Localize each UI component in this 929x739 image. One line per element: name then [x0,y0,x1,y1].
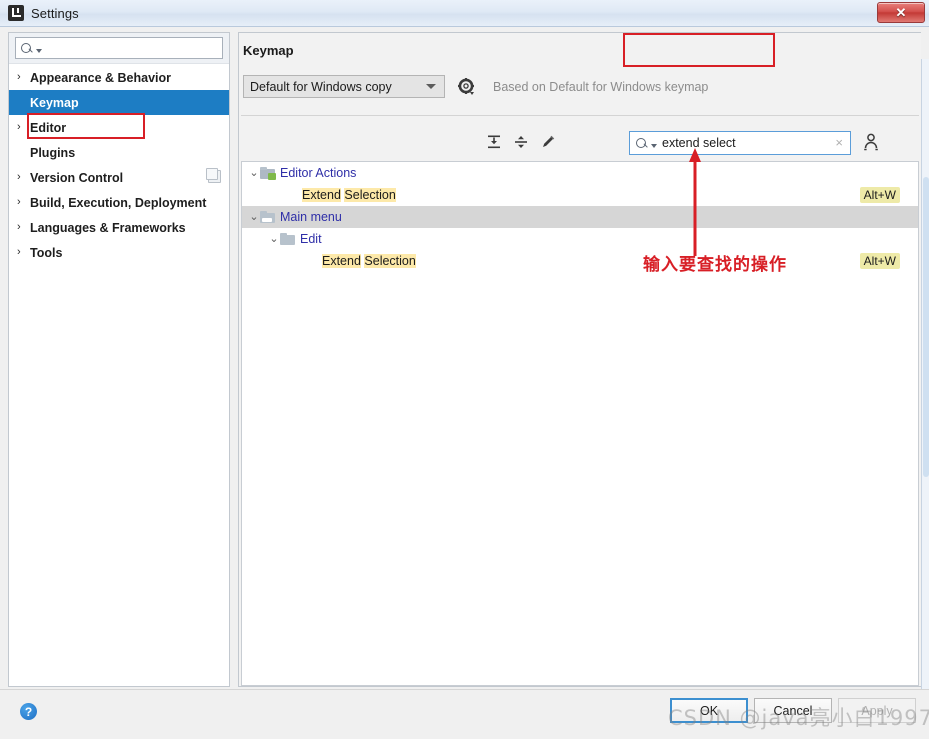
chevron-right-icon: › [17,71,21,83]
search-icon [21,42,35,55]
watermark: CSDN @java亮小白1997 [668,706,929,730]
tree-row-extend-selection-main-menu[interactable]: Extend Selection Alt+W [242,250,918,272]
search-icon [636,137,650,150]
sidebar-item-label: Keymap [30,95,79,110]
shortcut-badge: Alt+W [859,187,900,203]
settings-sidebar: › Appearance & Behavior Keymap › Editor … [8,32,230,687]
sidebar-search-container [9,33,229,64]
tree-row-label: Editor Actions [280,166,357,180]
chevron-right-icon: › [17,246,21,258]
tree-row-extend-selection-editor[interactable]: Extend Selection Alt+W [242,184,918,206]
sidebar-item-label: Plugins [30,145,76,160]
collapse-all-icon[interactable] [509,130,533,154]
copy-icon [206,168,221,183]
main-menu-folder-icon [260,211,275,223]
sidebar-item-label: Languages & Frameworks [30,220,186,235]
dialog-body: › Appearance & Behavior Keymap › Editor … [0,27,929,716]
chevron-right-icon: › [17,171,21,183]
settings-dialog: Settings ✕ › Appearance & Behavior Keyma… [0,0,929,739]
shortcut-badge: Alt+W [859,253,900,269]
sidebar-item-tools[interactable]: › Tools [9,240,229,265]
expand-all-icon[interactable] [482,130,506,154]
sidebar-item-editor[interactable]: › Editor [9,115,229,140]
match-highlight: Extend [322,254,361,268]
sidebar-item-label: Build, Execution, Deployment [30,195,207,210]
keymap-select-value: Default for Windows copy [250,79,392,94]
close-icon: ✕ [895,5,907,20]
keymap-tree[interactable]: ⌄ Editor Actions Extend Selection Alt+W … [241,161,919,686]
sidebar-item-label: Appearance & Behavior [30,70,172,85]
find-by-shortcut-icon[interactable] [861,132,881,152]
tree-row-editor-actions[interactable]: ⌄ Editor Actions [242,162,918,184]
keymap-toolbar: extend select × [239,126,922,160]
sidebar-item-label: Editor [30,120,67,135]
close-button[interactable]: ✕ [877,2,925,23]
tree-row-main-menu[interactable]: ⌄ Main menu [242,206,918,228]
help-icon[interactable]: ? [20,703,37,720]
tree-row-label: Extend Selection [302,188,396,202]
tree-row-edit[interactable]: ⌄ Edit [242,228,918,250]
sidebar-item-label: Version Control [30,170,124,185]
chevron-down-icon [426,84,436,89]
sidebar-list: › Appearance & Behavior Keymap › Editor … [9,65,229,265]
intellij-idea-icon [8,5,24,21]
annotation-text: 输入要查找的操作 [643,255,787,274]
sidebar-item-keymap[interactable]: Keymap [9,90,229,115]
dialog-scrollbar[interactable] [921,59,929,716]
scrollbar-thumb[interactable] [923,177,929,477]
chevron-down-icon [36,49,42,53]
page-title: Keymap [243,43,294,58]
pencil-edit-icon[interactable] [536,130,560,154]
chevron-right-icon: › [17,221,21,233]
match-highlight: Selection [344,188,396,202]
sidebar-item-label: Tools [30,245,63,260]
window-title: Settings [31,5,79,21]
based-on-label: Based on Default for Windows keymap [493,79,709,94]
up-arrow-annotation [688,148,702,256]
editor-actions-folder-icon [260,167,276,180]
clear-icon[interactable]: × [835,136,843,149]
keymap-controls-row: Default for Windows copy Based on Defaul… [243,75,708,98]
tree-row-label: Edit [300,232,322,246]
find-field-annotation [623,33,775,67]
sidebar-item-build-execution-deployment[interactable]: › Build, Execution, Deployment [9,190,229,215]
chevron-down-icon[interactable]: ⌄ [268,233,280,245]
panel-divider [241,115,919,116]
sidebar-item-plugins[interactable]: Plugins [9,140,229,165]
tree-row-label: Main menu [280,210,342,224]
sidebar-item-languages-frameworks[interactable]: › Languages & Frameworks [9,215,229,240]
match-highlight: Selection [364,254,416,268]
sidebar-item-appearance-behavior[interactable]: › Appearance & Behavior [9,65,229,90]
find-action-input[interactable]: extend select × [629,131,851,155]
keymap-select[interactable]: Default for Windows copy [243,75,445,98]
sidebar-search-input[interactable] [15,37,223,59]
chevron-down-icon[interactable]: ⌄ [248,167,260,179]
sidebar-item-version-control[interactable]: › Version Control [9,165,229,190]
title-bar: Settings ✕ [0,0,929,27]
match-highlight: Extend [302,188,341,202]
chevron-down-icon[interactable]: ⌄ [248,211,260,223]
folder-icon [280,233,295,245]
gear-icon[interactable] [458,78,475,95]
tree-row-label: Extend Selection [322,254,416,268]
chevron-right-icon: › [17,196,21,208]
chevron-down-icon [651,144,657,148]
keymap-panel: Keymap Default for Windows copy Based on… [238,32,921,687]
chevron-right-icon: › [17,121,21,133]
